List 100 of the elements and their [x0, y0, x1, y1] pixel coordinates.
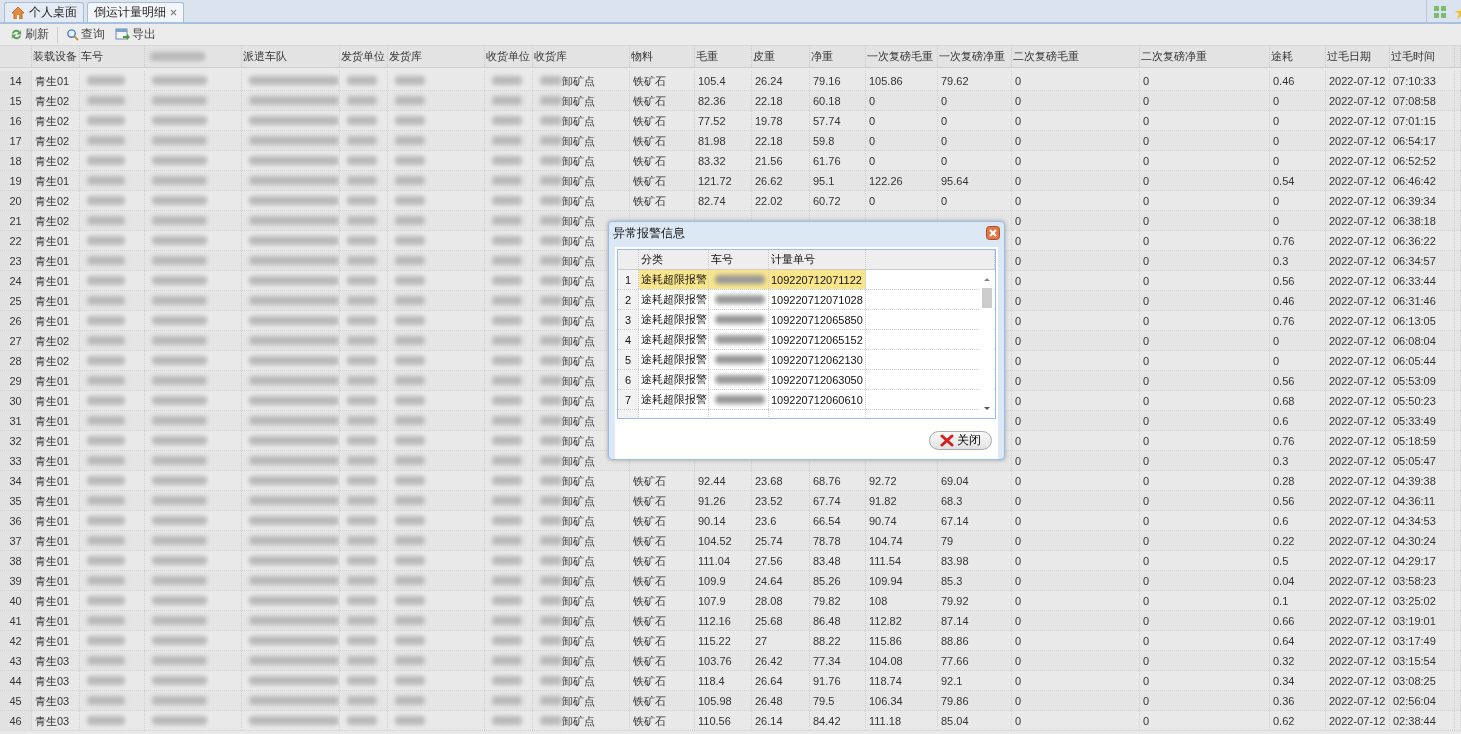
- column-header[interactable]: 装载设备: [33, 49, 77, 64]
- table-row[interactable]: 5 途耗超限报警 109220712062130: [618, 350, 995, 370]
- blurred-text: [492, 356, 522, 365]
- column-header[interactable]: 计量单号: [771, 252, 815, 267]
- table-row[interactable]: 1 途耗超限报警 109220712071122: [618, 270, 995, 290]
- grid-icon[interactable]: [1433, 5, 1447, 19]
- close-button[interactable]: [986, 226, 1000, 240]
- table-cell: 92.1: [941, 673, 963, 688]
- table-cell: 2022-07-12: [1329, 273, 1386, 288]
- blurred-text: [540, 556, 562, 565]
- tab[interactable]: 倒运计量明细: [87, 2, 184, 22]
- refresh-icon: [10, 28, 23, 41]
- blurred-text: [395, 716, 425, 725]
- table-cell: 0.28: [1273, 473, 1295, 488]
- blurred-text: [87, 316, 125, 325]
- column-header[interactable]: 过毛日期: [1327, 49, 1371, 64]
- dialog-title: 异常报警信息: [613, 224, 685, 242]
- column-header[interactable]: 一次复磅毛重: [867, 49, 933, 64]
- table-cell: 青生01: [35, 393, 70, 408]
- column-header[interactable]: 车号: [81, 49, 103, 64]
- table-cell: 122.26: [869, 173, 903, 188]
- table-cell: 0: [1273, 133, 1280, 148]
- table-cell: 05:50:23: [1393, 393, 1436, 408]
- blurred-text: [540, 636, 562, 645]
- toolbar-button[interactable]: 查询: [64, 26, 107, 43]
- table-cell: 23.52: [755, 493, 783, 508]
- column-header[interactable]: 发货单位: [341, 49, 385, 64]
- close-button[interactable]: 关闭: [929, 430, 992, 450]
- table-cell: 24.64: [755, 573, 783, 588]
- close-icon: [940, 433, 954, 447]
- table-row[interactable]: 7 途耗超限报警 109220712060610: [618, 390, 995, 410]
- blurred-text: [395, 236, 425, 245]
- blurred-text: [152, 396, 207, 405]
- column-header[interactable]: 净重: [811, 49, 833, 64]
- column-header[interactable]: 收货库: [534, 49, 567, 64]
- blurred-text: [395, 596, 425, 605]
- table-row[interactable]: 4 途耗超限报警 109220712065152: [618, 330, 995, 350]
- table-cell: 途耗超限报警: [641, 352, 707, 367]
- blurred-text: [152, 516, 207, 525]
- table-cell: 111.04: [698, 553, 730, 568]
- table-row[interactable]: 6 途耗超限报警 109220712063050: [618, 370, 995, 390]
- table-cell: 铁矿石: [633, 73, 666, 88]
- table-cell: 0.32: [1273, 653, 1295, 668]
- blurred-text: [492, 96, 522, 105]
- table-cell: 卸矿点: [562, 133, 595, 148]
- blurred-text: [152, 176, 207, 185]
- table-cell: 铁矿石: [633, 133, 666, 148]
- table-cell: 卸矿点: [562, 673, 595, 688]
- column-header[interactable]: 途耗: [1271, 49, 1293, 64]
- blurred-text: [395, 376, 425, 385]
- table-cell: 途耗超限报警: [641, 392, 707, 407]
- table-cell: 95.1: [813, 173, 835, 188]
- home-icon: [11, 6, 25, 19]
- blurred-text: [492, 476, 522, 485]
- blurred-text: [540, 676, 562, 685]
- column-header[interactable]: 皮重: [753, 49, 775, 64]
- table-cell: 卸矿点: [562, 113, 595, 128]
- table-cell: 87.14: [941, 613, 969, 628]
- blurred-text: [540, 156, 562, 165]
- table-row[interactable]: 3 途耗超限报警 109220712065850: [618, 310, 995, 330]
- blurred-text: [492, 636, 522, 645]
- toolbar-button[interactable]: 导出: [113, 26, 158, 43]
- column-header[interactable]: 发货库: [389, 49, 422, 64]
- table-cell: 06:31:46: [1393, 293, 1436, 308]
- blurred-text: [87, 276, 125, 285]
- table-row[interactable]: 2 途耗超限报警 109220712071028: [618, 290, 995, 310]
- column-header[interactable]: 毛重: [696, 49, 718, 64]
- table-cell: 67.74: [813, 493, 841, 508]
- column-header[interactable]: 一次复磅净重: [939, 49, 1005, 64]
- table-cell: 0: [1143, 593, 1150, 608]
- column-header[interactable]: 收货单位: [486, 49, 530, 64]
- tab[interactable]: 个人桌面: [4, 2, 84, 22]
- blurred-text: [347, 496, 377, 505]
- table-cell: 106.34: [869, 693, 903, 708]
- table-cell: 0: [1143, 373, 1150, 388]
- blurred-text: [395, 176, 425, 185]
- blurred-text: [87, 256, 125, 265]
- column-header[interactable]: 物料: [631, 49, 653, 64]
- blurred-text: [87, 356, 125, 365]
- table-cell: 青生01: [35, 453, 70, 468]
- column-header[interactable]: 二次复磅净重: [1141, 49, 1207, 64]
- row-number: 25: [9, 293, 22, 308]
- table-cell: 25.74: [755, 533, 783, 548]
- table-cell: 铁矿石: [633, 573, 666, 588]
- column-header[interactable]: 派遣车队: [243, 49, 287, 64]
- close-icon[interactable]: [170, 9, 177, 16]
- table-cell: 2022-07-12: [1329, 693, 1386, 708]
- table-cell: 铁矿石: [633, 693, 666, 708]
- table-cell: 0: [1143, 553, 1150, 568]
- blurred-text: [87, 636, 125, 645]
- column-header[interactable]: 二次复磅毛重: [1013, 49, 1079, 64]
- column-header[interactable]: 分类: [641, 252, 663, 267]
- blurred-text: [540, 176, 562, 185]
- table-cell: 0: [1143, 393, 1150, 408]
- column-header[interactable]: 过毛时间: [1391, 49, 1435, 64]
- table-cell: 0.54: [1273, 173, 1295, 188]
- blurred-text: [540, 416, 562, 425]
- table-cell: 68.76: [813, 473, 841, 488]
- toolbar-button[interactable]: 刷新: [8, 26, 51, 43]
- column-header[interactable]: 车号: [711, 252, 733, 267]
